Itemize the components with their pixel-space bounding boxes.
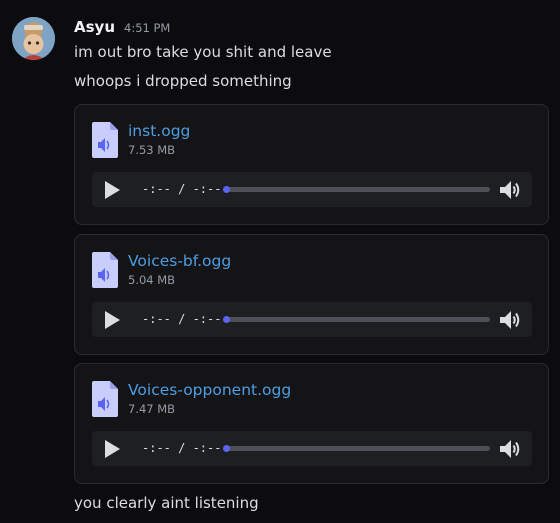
audio-player: -:-- / -:--: [92, 302, 532, 337]
progress-bar[interactable]: [223, 316, 490, 323]
volume-icon[interactable]: [498, 178, 522, 202]
chat-message: Asyu 4:51 PM im out bro take you shit an…: [0, 0, 560, 523]
audio-file-icon: [92, 252, 118, 288]
audio-player: -:-- / -:--: [92, 172, 532, 207]
time-display: -:-- / -:--: [142, 182, 222, 196]
play-icon[interactable]: [101, 179, 123, 201]
file-name-link[interactable]: Voices-bf.ogg: [128, 251, 231, 271]
audio-file-icon: [92, 381, 118, 417]
volume-icon[interactable]: [498, 308, 522, 332]
message-text: whoops i dropped something: [74, 72, 292, 90]
time-display: -:-- / -:--: [142, 441, 222, 455]
audio-attachment: Voices-bf.ogg 5.04 MB -:-- / -:--: [74, 234, 549, 355]
progress-knob[interactable]: [223, 445, 230, 452]
audio-file-icon: [92, 122, 118, 158]
file-size: 7.47 MB: [128, 402, 176, 416]
audio-player: -:-- / -:--: [92, 431, 532, 466]
username[interactable]: Asyu: [74, 18, 115, 36]
user-avatar[interactable]: [12, 17, 55, 60]
audio-attachment: Voices-opponent.ogg 7.47 MB -:-- / -:--: [74, 363, 549, 484]
progress-knob[interactable]: [223, 316, 230, 323]
progress-knob[interactable]: [223, 186, 230, 193]
timestamp: 4:51 PM: [124, 21, 171, 35]
progress-bar[interactable]: [223, 186, 490, 193]
message-text: you clearly aint listening: [74, 494, 259, 512]
volume-icon[interactable]: [498, 437, 522, 461]
file-name-link[interactable]: Voices-opponent.ogg: [128, 380, 291, 400]
progress-bar[interactable]: [223, 445, 490, 452]
time-display: -:-- / -:--: [142, 312, 222, 326]
file-name-link[interactable]: inst.ogg: [128, 121, 190, 141]
audio-attachment: inst.ogg 7.53 MB -:-- / -:--: [74, 104, 549, 225]
play-icon[interactable]: [101, 309, 123, 331]
message-text: im out bro take you shit and leave: [74, 43, 332, 61]
play-icon[interactable]: [101, 438, 123, 460]
message-header: Asyu 4:51 PM: [74, 18, 170, 40]
file-size: 5.04 MB: [128, 273, 176, 287]
file-size: 7.53 MB: [128, 143, 176, 157]
